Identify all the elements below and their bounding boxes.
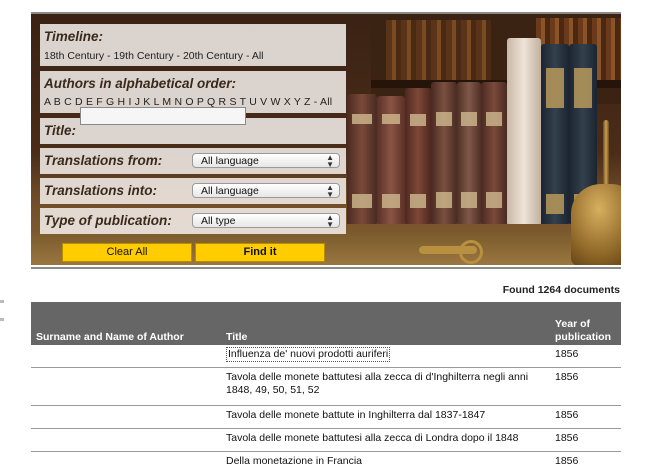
title-label: Title: <box>44 123 77 138</box>
table-row: Influenza de' nuovi prodotti auriferi 18… <box>31 345 621 368</box>
publication-type-select[interactable]: All type ▲ ▼ <box>192 213 340 229</box>
publication-type-value: All type <box>201 215 236 227</box>
timeline-options: 18th Century - 19th Century - 20th Centu… <box>44 50 264 62</box>
year-cell: 1856 <box>555 348 579 360</box>
book-spine <box>457 82 481 224</box>
author-letter-link[interactable]: W <box>270 96 280 108</box>
timeline-19th-link[interactable]: 19th Century <box>113 50 173 62</box>
year-cell: 1856 <box>555 409 579 421</box>
select-arrows-icon: ▲ ▼ <box>326 153 334 169</box>
translations-from-label: Translations from: <box>44 153 163 168</box>
clear-all-button[interactable]: Clear All <box>62 243 192 262</box>
timeline-all-link[interactable]: All <box>252 50 264 62</box>
author-letter-link[interactable]: Z <box>304 96 311 108</box>
title-link[interactable]: Influenza de' nuovi prodotti auriferi <box>226 347 391 362</box>
translations-from-value: All language <box>201 155 259 167</box>
timeline-18th-link[interactable]: 18th Century <box>44 50 104 62</box>
year-cell: 1856 <box>555 455 579 467</box>
author-letter-link[interactable]: Y <box>294 96 301 108</box>
author-letter-link[interactable]: V <box>260 96 267 108</box>
book-spine <box>347 94 377 224</box>
author-all-link[interactable]: All <box>320 96 332 108</box>
table-row: Tavola delle monete battute in Inghilter… <box>31 406 621 429</box>
timeline-20th-link[interactable]: 20th Century <box>183 50 243 62</box>
translations-into-select[interactable]: All language ▲ ▼ <box>192 183 340 199</box>
timeline-panel: Timeline: 18th Century - 19th Century - … <box>40 24 346 66</box>
title-link[interactable]: Tavola delle monete battute in Inghilter… <box>226 409 485 422</box>
title-link[interactable]: Tavola delle monete battutesi alla zecca… <box>226 371 528 397</box>
author-column-header[interactable]: Surname and Name of Author <box>36 331 184 344</box>
translations-into-label: Translations into: <box>44 183 158 198</box>
author-letter-link[interactable]: C <box>64 96 72 108</box>
left-edge-marker <box>0 300 4 303</box>
key-ring <box>459 240 483 264</box>
book-spine <box>481 82 507 224</box>
translations-from-select[interactable]: All language ▲ ▼ <box>192 153 340 169</box>
book-spine <box>507 38 541 224</box>
back-books <box>386 20 491 80</box>
book-spine <box>541 44 569 224</box>
book-spine <box>377 96 405 224</box>
left-edge-marker <box>0 318 4 321</box>
select-arrows-icon: ▲ ▼ <box>326 183 334 199</box>
title-link[interactable]: Tavola delle monete battutesi alla zecca… <box>226 432 518 445</box>
authors-label: Authors in alphabetical order: <box>44 76 237 91</box>
book-spine <box>431 82 457 224</box>
timeline-label: Timeline: <box>44 29 104 44</box>
hero-bottom-rule <box>31 267 621 269</box>
bell-handle <box>603 120 609 190</box>
author-letter-link[interactable]: A <box>44 96 51 108</box>
book-spine <box>405 88 431 224</box>
title-input[interactable] <box>80 107 246 125</box>
year-column-header[interactable]: Year of publication <box>555 318 611 344</box>
bell-icon <box>571 184 621 265</box>
find-it-button[interactable]: Find it <box>195 243 325 262</box>
title-column-header[interactable]: Title <box>226 331 247 344</box>
year-cell: 1856 <box>555 371 579 383</box>
title-link[interactable]: Della monetazione in Francia <box>226 455 362 468</box>
results-table-header: Surname and Name of Author Title Year of… <box>31 302 621 345</box>
results-count: Found 1264 documents <box>502 284 620 296</box>
table-row: Tavola delle monete battutesi alla zecca… <box>31 368 621 406</box>
translations-into-value: All language <box>201 185 259 197</box>
publication-type-label: Type of publication: <box>44 213 172 228</box>
year-cell: 1856 <box>555 432 579 444</box>
select-arrows-icon: ▲ ▼ <box>326 213 334 229</box>
author-letter-link[interactable]: B <box>54 96 61 108</box>
table-row: Della monetazione in Francia 1856 <box>31 452 621 474</box>
table-row: Tavola delle monete battutesi alla zecca… <box>31 429 621 452</box>
author-letter-link[interactable]: U <box>249 96 257 108</box>
author-letter-link[interactable]: X <box>284 96 291 108</box>
